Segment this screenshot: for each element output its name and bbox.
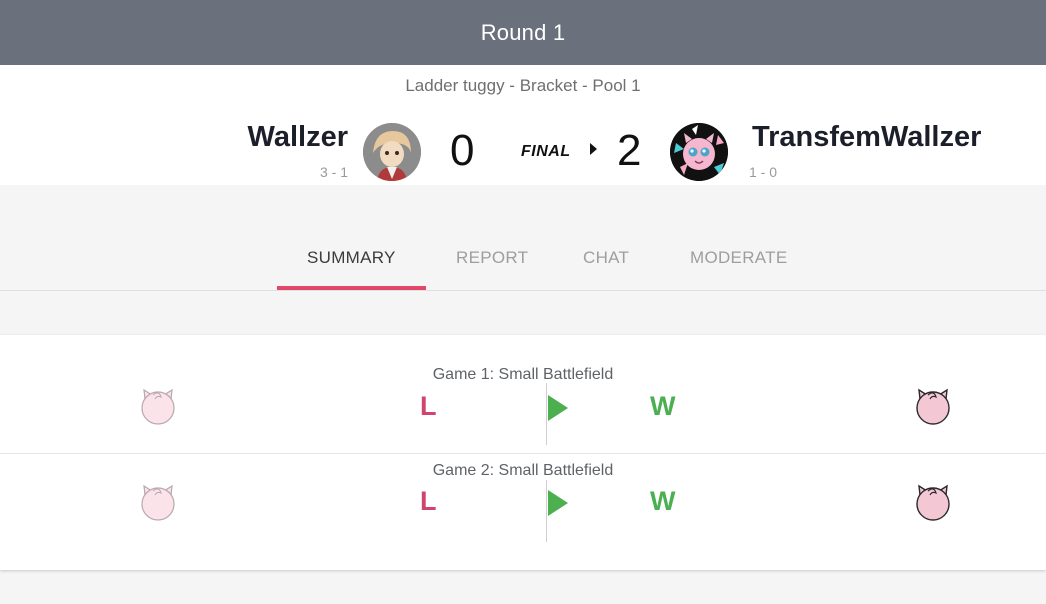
player2-avatar[interactable]	[670, 123, 728, 181]
player1-score: 0	[450, 126, 475, 175]
jigglypuff-icon	[139, 387, 177, 425]
player1-avatar[interactable]	[363, 123, 421, 181]
player2-score: 2	[617, 126, 642, 175]
tab-moderate[interactable]: MODERATE	[690, 248, 787, 268]
tab-report[interactable]: REPORT	[456, 248, 528, 268]
left-result: L	[420, 391, 437, 421]
jigglypuff-icon	[914, 483, 952, 521]
round-title: Round 1	[480, 19, 566, 45]
player2-name[interactable]: TransfemWallzer	[752, 121, 981, 154]
jigglypuff-icon	[139, 483, 177, 521]
match-status: FINAL	[521, 143, 571, 160]
game-title: Game 1: Small Battlefield	[432, 366, 614, 383]
match-subtitle[interactable]: Ladder tuggy - Bracket - Pool 1	[0, 76, 1046, 96]
divider	[546, 480, 547, 542]
player1-record: 3 - 1	[319, 164, 348, 180]
divider	[546, 383, 547, 445]
player2-record: 1 - 0	[749, 164, 778, 180]
jigglypuff-icon	[914, 387, 952, 425]
left-result: L	[420, 486, 437, 516]
round-header: Round 1	[0, 0, 1046, 65]
status-arrow-icon	[590, 143, 597, 155]
game-row[interactable]: Game 1: Small Battlefield L W	[0, 335, 1046, 453]
play-icon[interactable]	[548, 395, 568, 421]
player1-name[interactable]: Wallzer	[248, 121, 348, 154]
tab-chat[interactable]: CHAT	[583, 248, 629, 268]
tab-summary[interactable]: SUMMARY	[307, 248, 396, 268]
active-tab-indicator	[277, 286, 426, 290]
match-header: Ladder tuggy - Bracket - Pool 1 Wallzer …	[0, 65, 1046, 185]
games-list: Game 1: Small Battlefield L W Game 2: Sm…	[0, 335, 1046, 570]
play-icon[interactable]	[548, 490, 568, 516]
game-row[interactable]: Game 2: Small Battlefield L W	[0, 453, 1046, 571]
right-result: W	[650, 391, 676, 421]
right-result: W	[650, 486, 676, 516]
game-title: Game 2: Small Battlefield	[432, 462, 614, 479]
match-tabs: SUMMARY REPORT CHAT MODERATE	[0, 185, 1046, 291]
